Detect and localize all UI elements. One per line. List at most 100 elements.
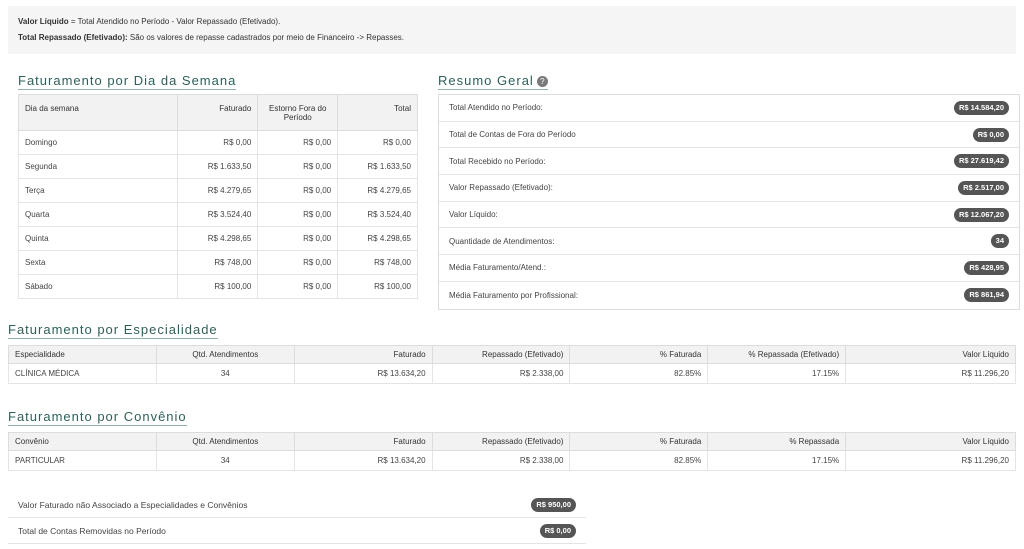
table-row: CLÍNICA MÉDICA 34 R$ 13.634,20 R$ 2.338,… xyxy=(8,363,1016,384)
summary-row-avg-per-attendance: Média Faturamento/Atend.: R$ 428,95 xyxy=(439,255,1019,282)
weekday-table: Dia da semana Faturado Estorno Fora do P… xyxy=(17,94,418,299)
reversal-cell: R$ 0,00 xyxy=(257,178,339,203)
attendance-qty-cell: 34 xyxy=(155,363,295,384)
summary-value-badge: R$ 428,95 xyxy=(964,260,1009,275)
extra-value-badge: R$ 950,00 xyxy=(531,497,576,512)
col-header-net-value: Valor Líquido xyxy=(845,432,1016,451)
table-row: Domingo R$ 0,00 R$ 0,00 R$ 0,00 xyxy=(17,130,418,155)
total-cell: R$ 1.633,50 xyxy=(337,154,418,179)
col-header-reversal: Estorno Fora do Período xyxy=(257,94,339,131)
billed-cell: R$ 4.279,65 xyxy=(177,178,259,203)
total-cell: R$ 3.524,40 xyxy=(337,202,418,227)
col-header-net-value: Valor Líquido xyxy=(845,345,1016,364)
info-net-value-definition: = Total Atendido no Período - Valor Repa… xyxy=(68,17,281,26)
billed-cell: R$ 4.298,65 xyxy=(177,226,259,251)
total-cell: R$ 100,00 xyxy=(337,274,418,299)
reversal-cell: R$ 0,00 xyxy=(257,202,339,227)
summary-label: Total Atendido no Período: xyxy=(449,103,543,113)
billed-cell: R$ 1.633,50 xyxy=(177,154,259,179)
col-header-billed: Faturado xyxy=(293,432,433,451)
col-header-pct-transferred: % Repassada xyxy=(707,432,847,451)
reversal-cell: R$ 0,00 xyxy=(257,130,339,155)
summary-value-badge: R$ 0,00 xyxy=(972,127,1009,142)
reversal-cell: R$ 0,00 xyxy=(257,154,339,179)
specialty-table: Especialidade Qtd. Atendimentos Faturado… xyxy=(8,345,1016,384)
weekday-cell: Sexta xyxy=(17,250,179,275)
table-row: Sexta R$ 748,00 R$ 0,00 R$ 748,00 xyxy=(17,250,418,275)
total-cell: R$ 748,00 xyxy=(337,250,418,275)
col-header-attendance-qty: Qtd. Atendimentos xyxy=(155,345,295,364)
summary-row-attendance-count: Quantidade de Atendimentos: 34 xyxy=(439,228,1019,256)
col-header-attendance-qty: Qtd. Atendimentos xyxy=(155,432,295,451)
info-transferred-term: Total Repassado (Efetivado): xyxy=(18,33,128,42)
summary-label: Média Faturamento por Profissional: xyxy=(449,290,578,300)
extra-value-badge: R$ 0,00 xyxy=(539,523,576,538)
extra-label: Total de Contas Removidas no Período xyxy=(18,525,166,536)
summary-row-net-value: Valor Líquido: R$ 12.067,20 xyxy=(439,202,1019,229)
table-row: Quarta R$ 3.524,40 R$ 0,00 R$ 3.524,40 xyxy=(17,202,418,227)
col-header-pct-billed: % Faturada xyxy=(569,345,709,364)
specialty-table-header: Especialidade Qtd. Atendimentos Faturado… xyxy=(8,345,1016,364)
info-line-total-transferred: Total Repassado (Efetivado): São os valo… xyxy=(18,30,1006,46)
summary-value-badge: R$ 861,94 xyxy=(964,288,1009,303)
reversal-cell: R$ 0,00 xyxy=(257,274,339,299)
summary-label: Total de Contas de Fora do Período xyxy=(449,130,576,140)
summary-value-badge: R$ 27.619,42 xyxy=(953,154,1009,169)
weekday-section-title: Faturamento por Dia da Semana xyxy=(18,73,237,90)
summary-value-badge: 34 xyxy=(990,234,1009,249)
billed-cell: R$ 13.634,20 xyxy=(293,450,433,471)
insurance-table-header: Convênio Qtd. Atendimentos Faturado Repa… xyxy=(8,432,1016,451)
col-header-insurance: Convênio xyxy=(8,432,157,451)
help-icon[interactable]: ? xyxy=(536,76,548,88)
info-transferred-definition: São os valores de repasse cadastrados po… xyxy=(127,33,405,42)
extra-label: Valor Faturado não Associado a Especiali… xyxy=(18,499,248,510)
reversal-cell: R$ 0,00 xyxy=(257,250,339,275)
col-header-billed: Faturado xyxy=(293,345,433,364)
info-line-net-value: Valor Líquido = Total Atendido no Períod… xyxy=(18,14,1006,30)
attendance-qty-cell: 34 xyxy=(155,450,295,471)
col-header-pct-transferred: % Repassada (Efetivado) xyxy=(707,345,847,364)
insurance-cell: PARTICULAR xyxy=(8,450,157,471)
billed-cell: R$ 748,00 xyxy=(177,250,259,275)
pct-transferred-cell: 17.15% xyxy=(707,450,847,471)
total-cell: R$ 0,00 xyxy=(337,130,418,155)
extra-row-removed-accounts: Total de Contas Removidas no Período R$ 0… xyxy=(8,518,586,544)
summary-row-avg-per-professional: Média Faturamento por Profissional: R$ 86… xyxy=(439,282,1019,309)
weekday-cell: Terça xyxy=(17,178,179,203)
pct-transferred-cell: 17.15% xyxy=(707,363,847,384)
total-cell: R$ 4.298,65 xyxy=(337,226,418,251)
billed-cell: R$ 100,00 xyxy=(177,274,259,299)
col-header-billed: Faturado xyxy=(177,94,259,131)
transferred-cell: R$ 2.338,00 xyxy=(431,363,571,384)
summary-label: Média Faturamento/Atend.: xyxy=(449,263,546,273)
col-header-pct-billed: % Faturada xyxy=(569,432,709,451)
summary-label: Quantidade de Atendimentos: xyxy=(449,236,555,246)
specialty-cell: CLÍNICA MÉDICA xyxy=(8,363,157,384)
summary-row-transferred: Valor Repassado (Efetivado): R$ 2.517,00 xyxy=(439,175,1019,202)
weekday-table-header: Dia da semana Faturado Estorno Fora do P… xyxy=(17,94,418,131)
weekday-cell: Segunda xyxy=(17,154,179,179)
insurance-table: Convênio Qtd. Atendimentos Faturado Repa… xyxy=(8,432,1016,471)
insurance-section-title: Faturamento por Convênio xyxy=(8,409,187,426)
billed-cell: R$ 3.524,40 xyxy=(177,202,259,227)
weekday-cell: Quinta xyxy=(17,226,179,251)
summary-label: Valor Repassado (Efetivado): xyxy=(449,183,553,193)
summary-label: Total Recebido no Período: xyxy=(449,156,546,166)
info-box: Valor Líquido = Total Atendido no Períod… xyxy=(8,6,1016,54)
weekday-cell: Domingo xyxy=(17,130,179,155)
table-row: Quinta R$ 4.298,65 R$ 0,00 R$ 4.298,65 xyxy=(17,226,418,251)
col-header-weekday: Dia da semana xyxy=(17,94,179,131)
reversal-cell: R$ 0,00 xyxy=(257,226,339,251)
col-header-specialty: Especialidade xyxy=(8,345,157,364)
pct-billed-cell: 82.85% xyxy=(569,450,709,471)
summary-value-badge: R$ 2.517,00 xyxy=(958,180,1009,195)
transferred-cell: R$ 2.338,00 xyxy=(431,450,571,471)
net-value-cell: R$ 11.296,20 xyxy=(845,450,1016,471)
extra-row-unassociated-billed: Valor Faturado não Associado a Especiali… xyxy=(8,492,586,518)
table-row: Terça R$ 4.279,65 R$ 0,00 R$ 4.279,65 xyxy=(17,178,418,203)
table-row: Segunda R$ 1.633,50 R$ 0,00 R$ 1.633,50 xyxy=(17,154,418,179)
pct-billed-cell: 82.85% xyxy=(569,363,709,384)
table-row: PARTICULAR 34 R$ 13.634,20 R$ 2.338,00 8… xyxy=(8,450,1016,471)
col-header-transferred: Repassado (Efetivado) xyxy=(431,432,571,451)
info-net-value-term: Valor Líquido xyxy=(18,17,69,26)
